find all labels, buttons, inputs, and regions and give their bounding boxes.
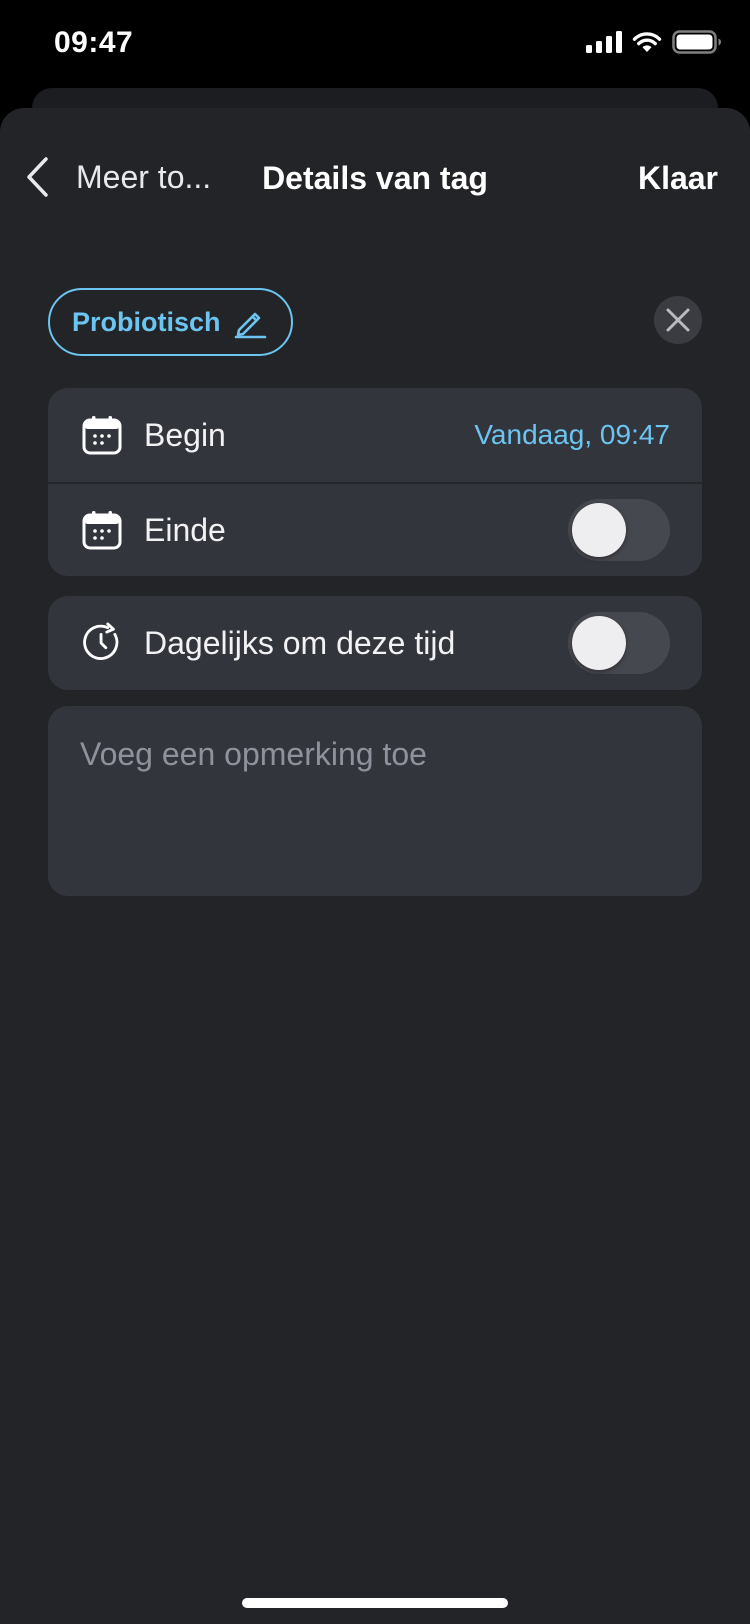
time-settings-group: Begin Vandaag, 09:47 Einde: [48, 388, 702, 576]
end-label: Einde: [144, 511, 226, 548]
note-box: [48, 706, 702, 896]
navigation-bar: Meer to... Details van tag Klaar: [0, 108, 750, 254]
end-toggle[interactable]: [568, 499, 670, 561]
begin-row[interactable]: Begin Vandaag, 09:47: [48, 388, 702, 482]
tag-chip[interactable]: Probiotisch: [48, 288, 293, 356]
begin-label: Begin: [144, 416, 226, 453]
remove-tag-button[interactable]: [654, 296, 702, 344]
pencil-icon: [234, 312, 266, 339]
repeat-toggle[interactable]: [568, 612, 670, 674]
close-icon: [666, 308, 690, 332]
repeat-group: Dagelijks om deze tijd: [48, 596, 702, 690]
signal-icon: [586, 31, 622, 53]
tag-details-sheet: Meer to... Details van tag Klaar Probiot…: [0, 108, 750, 1624]
end-row: Einde: [48, 482, 702, 576]
toggle-knob: [572, 616, 626, 670]
toggle-knob: [572, 503, 626, 557]
status-icons: [586, 30, 722, 54]
home-indicator: [242, 1598, 508, 1608]
status-time: 09:47: [54, 26, 134, 59]
status-bar: 09:47: [0, 0, 750, 90]
tag-label: Probiotisch: [72, 306, 221, 337]
wifi-icon: [632, 32, 662, 52]
repeat-label: Dagelijks om deze tijd: [144, 624, 456, 661]
note-input[interactable]: [80, 736, 670, 866]
calendar-icon: [82, 510, 122, 550]
begin-value[interactable]: Vandaag, 09:47: [474, 419, 670, 451]
repeat-row: Dagelijks om deze tijd: [48, 596, 702, 690]
done-button[interactable]: Klaar: [638, 160, 718, 197]
page-title-text: Details van tag: [262, 160, 488, 196]
calendar-icon: [82, 415, 122, 455]
battery-icon: [672, 30, 721, 54]
repeat-clock-icon: [82, 622, 122, 663]
